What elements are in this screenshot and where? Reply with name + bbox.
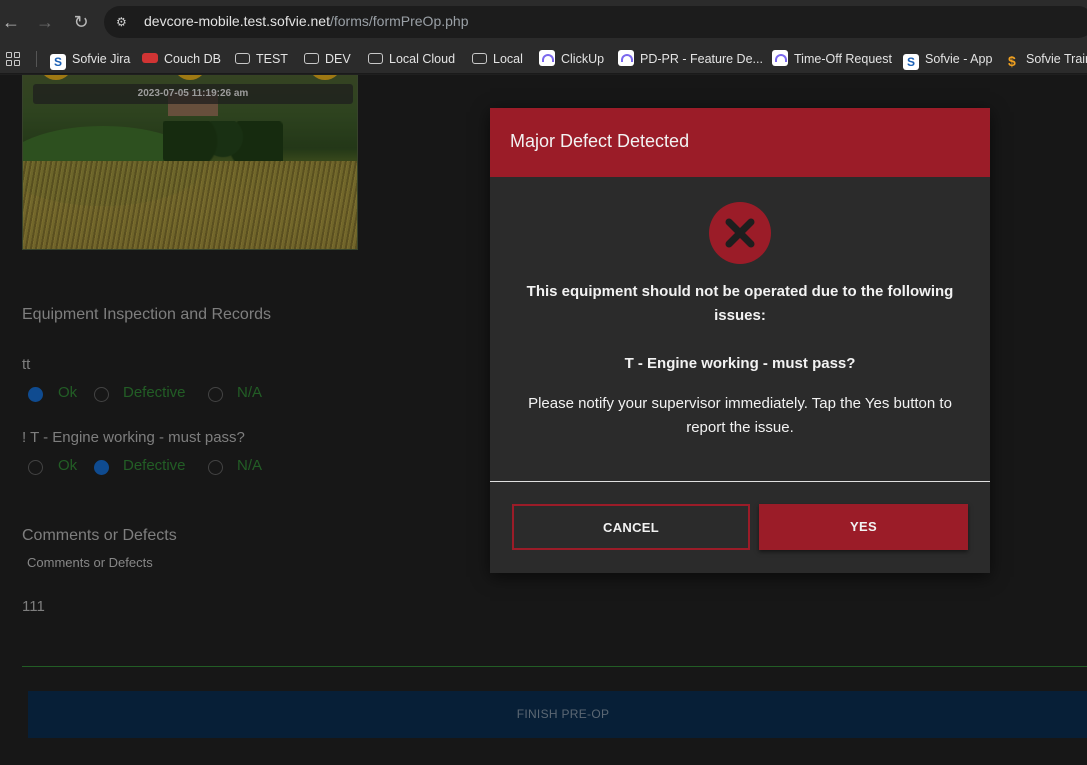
folder-icon bbox=[472, 53, 487, 64]
dialog-title: Major Defect Detected bbox=[510, 131, 690, 151]
bookmark-time-off[interactable]: Time-Off Request bbox=[772, 50, 892, 68]
bookmark-sofvie-jira[interactable]: S Sofvie Jira bbox=[50, 50, 131, 70]
url-path: /forms/formPreOp.php bbox=[329, 13, 469, 29]
sofvie-icon: S bbox=[50, 54, 66, 70]
sofvie-icon: S bbox=[903, 54, 919, 70]
bookmark-label: Sofvie Jira bbox=[72, 52, 131, 66]
url-text[interactable]: devcore-mobile.test.sofvie.net/forms/for… bbox=[144, 13, 468, 29]
bookmark-label: Sofvie - App bbox=[925, 52, 993, 66]
bookmark-label: Sofvie Trair bbox=[1026, 52, 1087, 66]
folder-icon bbox=[368, 53, 383, 64]
cancel-button[interactable]: CANCEL bbox=[512, 504, 750, 550]
error-x-icon bbox=[709, 202, 771, 264]
bookmarks-separator bbox=[36, 51, 37, 67]
bookmark-label: DEV bbox=[325, 52, 351, 66]
bookmark-local-cloud[interactable]: Local Cloud bbox=[368, 50, 455, 68]
back-icon[interactable]: ← bbox=[0, 11, 22, 33]
bookmark-couch-db[interactable]: Couch DB bbox=[142, 50, 221, 68]
bookmark-label: Local bbox=[493, 52, 523, 66]
bookmark-clickup[interactable]: ClickUp bbox=[539, 50, 604, 68]
bookmark-label: Time-Off Request bbox=[794, 52, 892, 66]
bookmark-pd-pr[interactable]: PD-PR - Feature De... bbox=[618, 50, 763, 68]
dialog-divider bbox=[490, 481, 990, 482]
bookmark-label: Local Cloud bbox=[389, 52, 456, 66]
folder-icon bbox=[304, 53, 319, 64]
bookmarks-bar: S Sofvie Jira Couch DB TEST DEV Local Clo… bbox=[0, 44, 1087, 74]
bookmark-dev[interactable]: DEV bbox=[304, 50, 351, 68]
yes-button[interactable]: YES bbox=[759, 504, 968, 550]
clickup-icon bbox=[618, 50, 634, 66]
dialog-issue-text: T - Engine working - must pass? bbox=[624, 355, 856, 372]
dialog-notify-text: Please notify your supervisor immediatel… bbox=[528, 395, 952, 436]
apps-grid-icon[interactable] bbox=[6, 52, 20, 66]
dialog-warning-text: This equipment should not be operated du… bbox=[526, 283, 954, 324]
bookmark-test[interactable]: TEST bbox=[235, 50, 288, 68]
clickup-icon bbox=[772, 50, 788, 66]
bookmark-label: TEST bbox=[256, 52, 288, 66]
bookmark-label: PD-PR - Feature De... bbox=[640, 52, 763, 66]
folder-icon bbox=[235, 53, 250, 64]
dialog-header: Major Defect Detected bbox=[490, 108, 990, 177]
clickup-icon bbox=[539, 50, 555, 66]
bookmark-sofvie-training[interactable]: $ Sofvie Trair bbox=[1008, 50, 1087, 69]
bookmark-label: ClickUp bbox=[561, 52, 605, 66]
reload-icon[interactable]: ↻ bbox=[70, 11, 92, 33]
bookmark-sofvie-app[interactable]: S Sofvie - App bbox=[903, 50, 993, 70]
bookmark-label: Couch DB bbox=[164, 52, 221, 66]
site-settings-icon[interactable]: ⚙ bbox=[116, 14, 132, 30]
browser-toolbar: ← → ↻ ⚙ devcore-mobile.test.sofvie.net/f… bbox=[0, 0, 1087, 44]
url-host: devcore-mobile.test.sofvie.net bbox=[144, 13, 330, 29]
major-defect-dialog: Major Defect Detected This equipment sho… bbox=[490, 108, 990, 573]
bookmark-local[interactable]: Local bbox=[472, 50, 523, 68]
forward-icon[interactable]: → bbox=[34, 11, 56, 33]
address-bar[interactable]: ⚙ devcore-mobile.test.sofvie.net/forms/f… bbox=[104, 6, 1087, 38]
couch-icon bbox=[142, 53, 158, 63]
sofvie-icon: $ bbox=[1008, 53, 1016, 69]
